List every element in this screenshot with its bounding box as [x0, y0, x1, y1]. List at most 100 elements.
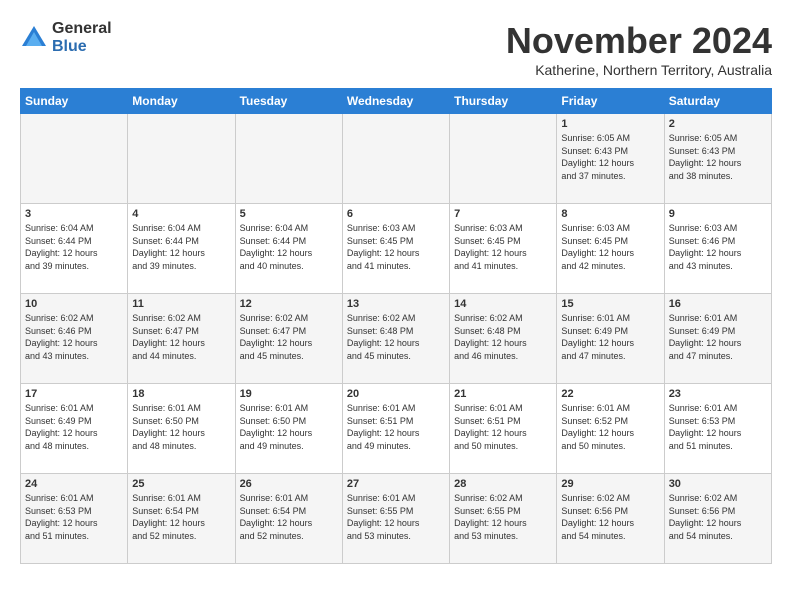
day-info: Sunrise: 6:02 AM Sunset: 6:46 PM Dayligh… — [25, 312, 123, 362]
logo-blue: Blue — [52, 38, 112, 56]
day-number: 4 — [132, 208, 230, 220]
location-subtitle: Katherine, Northern Territory, Australia — [506, 62, 772, 78]
day-number: 25 — [132, 478, 230, 490]
header-cell-friday: Friday — [557, 89, 664, 114]
calendar-cell: 21 Sunrise: 6:01 AM Sunset: 6:51 PM Dayli… — [450, 384, 557, 474]
day-info: Sunrise: 6:04 AM Sunset: 6:44 PM Dayligh… — [132, 222, 230, 272]
day-info: Sunrise: 6:01 AM Sunset: 6:49 PM Dayligh… — [669, 312, 767, 362]
header-row: SundayMondayTuesdayWednesdayThursdayFrid… — [21, 89, 772, 114]
calendar-cell — [128, 114, 235, 204]
header-cell-monday: Monday — [128, 89, 235, 114]
calendar-cell: 5 Sunrise: 6:04 AM Sunset: 6:44 PM Daylig… — [235, 204, 342, 294]
day-number: 3 — [25, 208, 123, 220]
day-number: 21 — [454, 388, 552, 400]
day-number: 28 — [454, 478, 552, 490]
calendar-cell: 19 Sunrise: 6:01 AM Sunset: 6:50 PM Dayli… — [235, 384, 342, 474]
header-cell-sunday: Sunday — [21, 89, 128, 114]
day-info: Sunrise: 6:04 AM Sunset: 6:44 PM Dayligh… — [240, 222, 338, 272]
calendar-cell: 28 Sunrise: 6:02 AM Sunset: 6:55 PM Dayli… — [450, 474, 557, 564]
week-row-3: 10 Sunrise: 6:02 AM Sunset: 6:46 PM Dayli… — [21, 294, 772, 384]
day-number: 5 — [240, 208, 338, 220]
calendar-cell: 13 Sunrise: 6:02 AM Sunset: 6:48 PM Dayli… — [342, 294, 449, 384]
day-number: 26 — [240, 478, 338, 490]
week-row-1: 1 Sunrise: 6:05 AM Sunset: 6:43 PM Daylig… — [21, 114, 772, 204]
day-info: Sunrise: 6:02 AM Sunset: 6:47 PM Dayligh… — [240, 312, 338, 362]
day-number: 24 — [25, 478, 123, 490]
calendar-cell: 14 Sunrise: 6:02 AM Sunset: 6:48 PM Dayli… — [450, 294, 557, 384]
day-info: Sunrise: 6:01 AM Sunset: 6:52 PM Dayligh… — [561, 402, 659, 452]
calendar-table: SundayMondayTuesdayWednesdayThursdayFrid… — [20, 88, 772, 564]
calendar-cell: 17 Sunrise: 6:01 AM Sunset: 6:49 PM Dayli… — [21, 384, 128, 474]
calendar-cell: 25Sunrise: 6:01 AM Sunset: 6:54 PM Dayli… — [128, 474, 235, 564]
day-number: 19 — [240, 388, 338, 400]
logo-icon — [20, 24, 48, 52]
day-number: 7 — [454, 208, 552, 220]
calendar-cell: 11Sunrise: 6:02 AM Sunset: 6:47 PM Dayli… — [128, 294, 235, 384]
calendar-cell: 16Sunrise: 6:01 AM Sunset: 6:49 PM Dayli… — [664, 294, 771, 384]
header-cell-thursday: Thursday — [450, 89, 557, 114]
day-info: Sunrise: 6:01 AM Sunset: 6:49 PM Dayligh… — [25, 402, 123, 452]
calendar-cell: 1 Sunrise: 6:05 AM Sunset: 6:43 PM Daylig… — [557, 114, 664, 204]
calendar-cell: 29 Sunrise: 6:02 AM Sunset: 6:56 PM Dayli… — [557, 474, 664, 564]
day-number: 12 — [240, 298, 338, 310]
day-number: 2 — [669, 118, 767, 130]
logo-text: General Blue — [52, 20, 112, 55]
day-info: Sunrise: 6:05 AM Sunset: 6:43 PM Dayligh… — [561, 132, 659, 182]
day-number: 30 — [669, 478, 767, 490]
week-row-4: 17 Sunrise: 6:01 AM Sunset: 6:49 PM Dayli… — [21, 384, 772, 474]
calendar-cell — [235, 114, 342, 204]
calendar-cell — [21, 114, 128, 204]
calendar-cell: 2Sunrise: 6:05 AM Sunset: 6:43 PM Daylig… — [664, 114, 771, 204]
day-number: 29 — [561, 478, 659, 490]
day-info: Sunrise: 6:03 AM Sunset: 6:45 PM Dayligh… — [561, 222, 659, 272]
calendar-cell: 30 Sunrise: 6:02 AM Sunset: 6:56 PM Dayli… — [664, 474, 771, 564]
day-number: 1 — [561, 118, 659, 130]
calendar-cell: 24 Sunrise: 6:01 AM Sunset: 6:53 PM Dayli… — [21, 474, 128, 564]
week-row-2: 3 Sunrise: 6:04 AM Sunset: 6:44 PM Daylig… — [21, 204, 772, 294]
day-number: 18 — [132, 388, 230, 400]
day-number: 6 — [347, 208, 445, 220]
day-number: 11 — [132, 298, 230, 310]
calendar-cell: 8Sunrise: 6:03 AM Sunset: 6:45 PM Daylig… — [557, 204, 664, 294]
day-number: 13 — [347, 298, 445, 310]
day-number: 10 — [25, 298, 123, 310]
day-info: Sunrise: 6:02 AM Sunset: 6:48 PM Dayligh… — [347, 312, 445, 362]
day-info: Sunrise: 6:02 AM Sunset: 6:48 PM Dayligh… — [454, 312, 552, 362]
day-number: 22 — [561, 388, 659, 400]
calendar-cell — [450, 114, 557, 204]
day-info: Sunrise: 6:03 AM Sunset: 6:46 PM Dayligh… — [669, 222, 767, 272]
day-number: 17 — [25, 388, 123, 400]
day-number: 27 — [347, 478, 445, 490]
calendar-cell: 20Sunrise: 6:01 AM Sunset: 6:51 PM Dayli… — [342, 384, 449, 474]
calendar-cell: 3Sunrise: 6:04 AM Sunset: 6:44 PM Daylig… — [21, 204, 128, 294]
day-info: Sunrise: 6:01 AM Sunset: 6:50 PM Dayligh… — [132, 402, 230, 452]
day-info: Sunrise: 6:01 AM Sunset: 6:54 PM Dayligh… — [240, 492, 338, 542]
day-info: Sunrise: 6:01 AM Sunset: 6:49 PM Dayligh… — [561, 312, 659, 362]
logo-general: General — [52, 20, 112, 38]
title-block: November 2024 Katherine, Northern Territ… — [506, 20, 772, 78]
day-number: 15 — [561, 298, 659, 310]
calendar-cell: 22 Sunrise: 6:01 AM Sunset: 6:52 PM Dayli… — [557, 384, 664, 474]
calendar-cell: 9Sunrise: 6:03 AM Sunset: 6:46 PM Daylig… — [664, 204, 771, 294]
calendar-cell: 26 Sunrise: 6:01 AM Sunset: 6:54 PM Dayli… — [235, 474, 342, 564]
calendar-cell: 7 Sunrise: 6:03 AM Sunset: 6:45 PM Daylig… — [450, 204, 557, 294]
page-header: General Blue November 2024 Katherine, No… — [20, 20, 772, 78]
day-info: Sunrise: 6:03 AM Sunset: 6:45 PM Dayligh… — [454, 222, 552, 272]
logo: General Blue — [20, 20, 112, 55]
day-info: Sunrise: 6:01 AM Sunset: 6:55 PM Dayligh… — [347, 492, 445, 542]
day-info: Sunrise: 6:02 AM Sunset: 6:56 PM Dayligh… — [669, 492, 767, 542]
calendar-cell: 18 Sunrise: 6:01 AM Sunset: 6:50 PM Dayli… — [128, 384, 235, 474]
day-info: Sunrise: 6:01 AM Sunset: 6:50 PM Dayligh… — [240, 402, 338, 452]
day-info: Sunrise: 6:03 AM Sunset: 6:45 PM Dayligh… — [347, 222, 445, 272]
calendar-cell: 15 Sunrise: 6:01 AM Sunset: 6:49 PM Dayli… — [557, 294, 664, 384]
day-info: Sunrise: 6:01 AM Sunset: 6:53 PM Dayligh… — [669, 402, 767, 452]
calendar-cell — [342, 114, 449, 204]
day-info: Sunrise: 6:01 AM Sunset: 6:51 PM Dayligh… — [454, 402, 552, 452]
day-number: 14 — [454, 298, 552, 310]
day-info: Sunrise: 6:01 AM Sunset: 6:53 PM Dayligh… — [25, 492, 123, 542]
calendar-cell: 10 Sunrise: 6:02 AM Sunset: 6:46 PM Dayli… — [21, 294, 128, 384]
day-info: Sunrise: 6:02 AM Sunset: 6:55 PM Dayligh… — [454, 492, 552, 542]
header-cell-tuesday: Tuesday — [235, 89, 342, 114]
day-info: Sunrise: 6:02 AM Sunset: 6:56 PM Dayligh… — [561, 492, 659, 542]
week-row-5: 24 Sunrise: 6:01 AM Sunset: 6:53 PM Dayli… — [21, 474, 772, 564]
